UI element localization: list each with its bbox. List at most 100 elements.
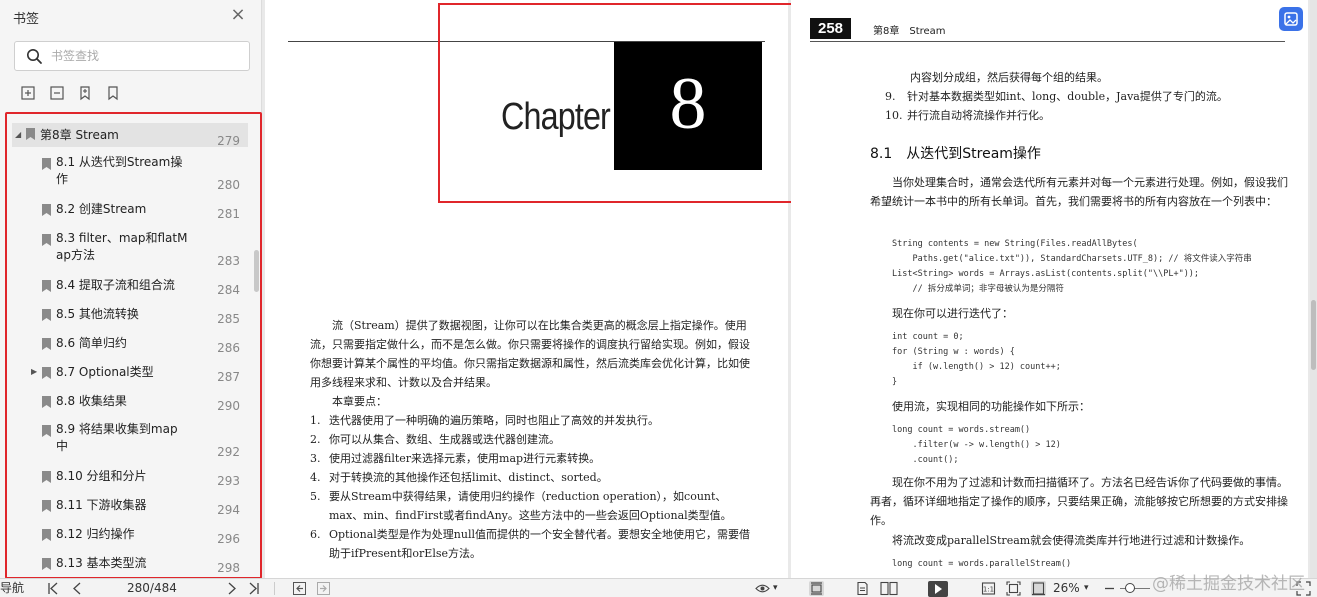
single-page-icon[interactable] <box>855 581 870 596</box>
bookmark-item-8-1[interactable]: 8.1 从迭代到Stream操 作 280 <box>12 151 248 193</box>
bookmark-item-8-11[interactable]: 8.11 下游收集器 294 <box>12 493 248 519</box>
bookmark-icon <box>42 204 51 216</box>
bookmark-item-8-5[interactable]: 8.5 其他流转换 285 <box>12 302 248 328</box>
bookmark-label: 8.13 基本类型流 <box>56 556 147 570</box>
bookmark-label: 8.7 Optional类型 <box>56 365 154 379</box>
scrollbar-thumb[interactable] <box>1311 300 1316 370</box>
dropdown-arrow-icon[interactable]: ▾ <box>773 579 778 597</box>
watermark: @稀土掘金技术社区 <box>1152 574 1305 594</box>
page-indicator[interactable]: 280/484 <box>127 579 177 597</box>
bookmark-page: 286 <box>217 341 240 355</box>
bookmark-page: 283 <box>217 254 240 268</box>
bookmark-sidebar: 书签 × ◢ <box>0 0 262 579</box>
bookmark-item-8-7[interactable]: ▶ 8.7 Optional类型 287 <box>12 360 248 386</box>
forward-icon[interactable] <box>316 581 331 596</box>
zoom-out-icon[interactable] <box>1102 581 1117 596</box>
bookmark-item-8-6[interactable]: 8.6 简单归约 286 <box>12 331 248 357</box>
single-page-view-icon[interactable] <box>809 581 824 596</box>
bookmark-item-8-9[interactable]: 8.9 将结果收集到map 中 292 <box>12 418 248 462</box>
bookmark-label: 8.9 将结果收集到map <box>56 422 178 436</box>
bookmark-icon <box>42 425 51 437</box>
bookmark-icon <box>42 500 51 512</box>
bookmark-item-8-8[interactable]: 8.8 收集结果 290 <box>12 389 248 415</box>
bookmark-page: 292 <box>217 445 240 459</box>
document-scrollbar[interactable] <box>1310 0 1317 578</box>
keypoint-item: 9. 针对基本数据类型如int、long、double，Java提供了专门的流。 <box>885 90 1228 103</box>
bookmark-icon <box>42 309 51 321</box>
bookmark-icon[interactable] <box>105 85 121 101</box>
separator <box>274 582 275 595</box>
keypoints-list: 1. 迭代器使用了一种明确的遍历策略，同时也阻止了高效的并发执行。 2. 你可以从集… <box>310 411 758 563</box>
actual-size-icon[interactable]: 1:1 <box>981 581 996 596</box>
bookmark-icon <box>42 338 51 350</box>
bookmark-page: 285 <box>217 312 240 326</box>
bookmark-item-8-2[interactable]: 8.2 创建Stream 281 <box>12 197 248 223</box>
next-page-icon[interactable] <box>224 581 239 596</box>
bookmark-list: ◢ 第8章 Stream 279 8.1 从迭代到Stream操 作 280 8… <box>12 121 248 577</box>
document-page-right: 258 第8章 Stream 内容划分成组，然后获得每个组的结果。 9. 针对基本… <box>791 0 1308 578</box>
keypoint-item: 3. 使用过滤器filter来选择元素，使用map进行元素转换。 <box>310 452 601 465</box>
bookmark-search-box[interactable] <box>14 41 250 71</box>
first-page-icon[interactable] <box>46 581 61 596</box>
bookmark-page: 281 <box>217 207 240 221</box>
bookmark-label: 8.2 创建Stream <box>56 202 147 216</box>
bookmark-label: 8.8 收集结果 <box>56 394 127 408</box>
body-text: 现在你可以进行迭代了： <box>892 307 1013 320</box>
bookmark-item-chapter-8[interactable]: ◢ 第8章 Stream 279 <box>12 123 248 148</box>
bookmark-icon <box>42 471 51 483</box>
intro-paragraph: 流（Stream）提供了数据视图，让你可以在比集合类更高的概念层上指定操作。使用… <box>310 319 750 389</box>
bookmark-icon <box>26 128 35 140</box>
chevron-down-icon[interactable]: ◢ <box>15 131 23 139</box>
nav-label[interactable]: 导航 <box>0 579 24 597</box>
expand-all-icon[interactable] <box>20 85 36 101</box>
sidebar-scrollbar[interactable] <box>254 250 259 292</box>
close-icon[interactable]: × <box>229 6 247 24</box>
bookmark-label: 8.1 从迭代到Stream操 <box>56 155 183 169</box>
bookmark-label-continued: 作 <box>56 172 69 186</box>
bookmark-label: 8.5 其他流转换 <box>56 307 139 321</box>
body-paragraph: 现在你不用为了过滤和计数而扫描循环了。方法名已经告诉你了代码要做的事情。再者，循… <box>870 476 1288 527</box>
body-paragraph: 将流改变成parallelStream就会使得流类库并行地进行过滤和计数操作。 <box>892 534 1251 547</box>
bookmark-page: 287 <box>217 370 240 384</box>
add-bookmark-icon[interactable] <box>77 85 93 101</box>
header-rule <box>810 41 1285 42</box>
fit-page-icon[interactable] <box>1006 581 1021 596</box>
bookmark-icon <box>42 158 51 170</box>
zoom-level[interactable]: 26% <box>1053 579 1080 597</box>
body-text: 使用流，实现相同的功能操作如下所示： <box>892 400 1090 413</box>
fit-width-icon[interactable] <box>1031 581 1046 596</box>
bookmark-item-8-4[interactable]: 8.4 提取子流和组合流 284 <box>12 273 248 299</box>
page-number: 258 <box>810 18 851 39</box>
bookmark-label: 8.11 下游收集器 <box>56 498 147 512</box>
bookmark-item-8-10[interactable]: 8.10 分组和分片 293 <box>12 464 248 490</box>
last-page-icon[interactable] <box>246 581 261 596</box>
zoom-dropdown-icon[interactable]: ▾ <box>1084 579 1089 597</box>
status-toolbar: 导航 280/484 ▾ 1:1 26% ▾ <box>0 578 1317 597</box>
double-page-icon[interactable] <box>880 581 898 596</box>
bookmark-item-8-12[interactable]: 8.12 归约操作 296 <box>12 522 248 548</box>
bookmark-item-8-13[interactable]: 8.13 基本类型流 298 <box>12 551 248 577</box>
bookmark-page: 296 <box>217 532 240 546</box>
bookmark-search-input[interactable] <box>51 47 241 65</box>
bookmark-label: 8.4 提取子流和组合流 <box>56 278 175 292</box>
collapse-all-icon[interactable] <box>49 85 65 101</box>
image-icon <box>1284 12 1298 26</box>
assistant-button[interactable] <box>1279 7 1303 31</box>
bookmark-icon <box>42 234 51 246</box>
back-icon[interactable] <box>292 581 307 596</box>
bookmark-icon <box>42 396 51 408</box>
code-block: long count = words.stream() .filter(w ->… <box>892 425 1061 465</box>
prev-page-icon[interactable] <box>70 581 85 596</box>
bookmark-item-8-3[interactable]: 8.3 filter、map和flatM ap方法 283 <box>12 227 248 271</box>
zoom-slider-thumb[interactable] <box>1125 583 1135 593</box>
bookmark-page: 298 <box>217 561 240 575</box>
body-paragraph: 当你处理集合时，通常会迭代所有元素并对每一个元素进行处理。例如，假设我们希望统计… <box>870 176 1288 208</box>
play-icon[interactable] <box>928 581 948 597</box>
bookmark-page: 284 <box>217 283 240 297</box>
chevron-right-icon[interactable]: ▶ <box>31 368 39 376</box>
bookmark-page: 279 <box>217 134 240 148</box>
eye-protection-icon[interactable] <box>755 581 770 596</box>
keypoint-item: 4. 对于转换流的其他操作还包括limit、distinct、sorted。 <box>310 471 608 484</box>
keypoint-item: 2. 你可以从集合、数组、生成器或迭代器创建流。 <box>310 433 560 446</box>
bookmark-icon <box>42 367 51 379</box>
